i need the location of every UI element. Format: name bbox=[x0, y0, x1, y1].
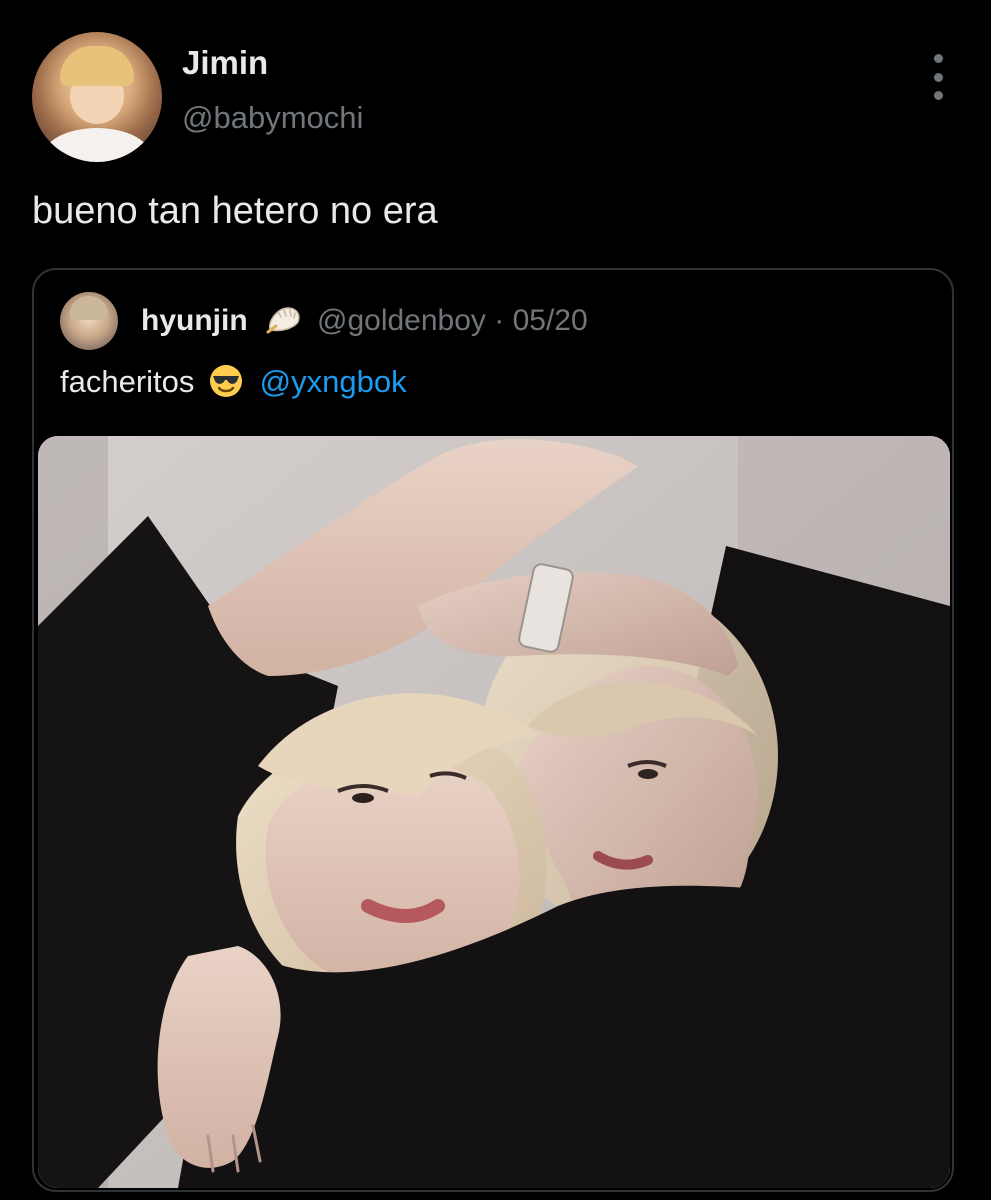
author-avatar[interactable] bbox=[32, 32, 162, 162]
avatar-hair bbox=[60, 46, 134, 86]
tweet-text: bueno tan hetero no era bbox=[32, 190, 438, 232]
photo-illustration bbox=[38, 436, 950, 1188]
more-dot bbox=[933, 91, 943, 100]
more-dot bbox=[933, 54, 943, 63]
more-vertical-icon[interactable] bbox=[920, 54, 956, 100]
attached-photo[interactable] bbox=[38, 436, 950, 1188]
quoted-author-avatar[interactable] bbox=[60, 292, 118, 350]
smiling-face-with-sunglasses-emoji-icon bbox=[210, 365, 243, 397]
tweet: Jimin @babymochi bueno tan hetero no era… bbox=[0, 0, 991, 1200]
mention-link[interactable]: @yxngbok bbox=[260, 364, 407, 399]
author-handle[interactable]: @babymochi bbox=[182, 100, 363, 136]
more-dot bbox=[933, 72, 943, 82]
dumpling-emoji-icon bbox=[266, 307, 300, 334]
avatar-shirt bbox=[42, 128, 152, 162]
quoted-avatar-hair bbox=[70, 296, 108, 320]
author-display-name[interactable]: Jimin bbox=[182, 44, 268, 82]
quoted-tweet-card[interactable]: hyunjin @goldenboy · 05/20 facheritos @y… bbox=[32, 268, 954, 1192]
quoted-author-display-name[interactable]: hyunjin bbox=[141, 304, 248, 338]
quoted-tweet-text-content: facheritos bbox=[60, 364, 195, 399]
quoted-tweet-text: facheritos @yxngbok bbox=[60, 364, 407, 400]
quoted-author-handle-and-date[interactable]: @goldenboy · 05/20 bbox=[317, 304, 588, 338]
